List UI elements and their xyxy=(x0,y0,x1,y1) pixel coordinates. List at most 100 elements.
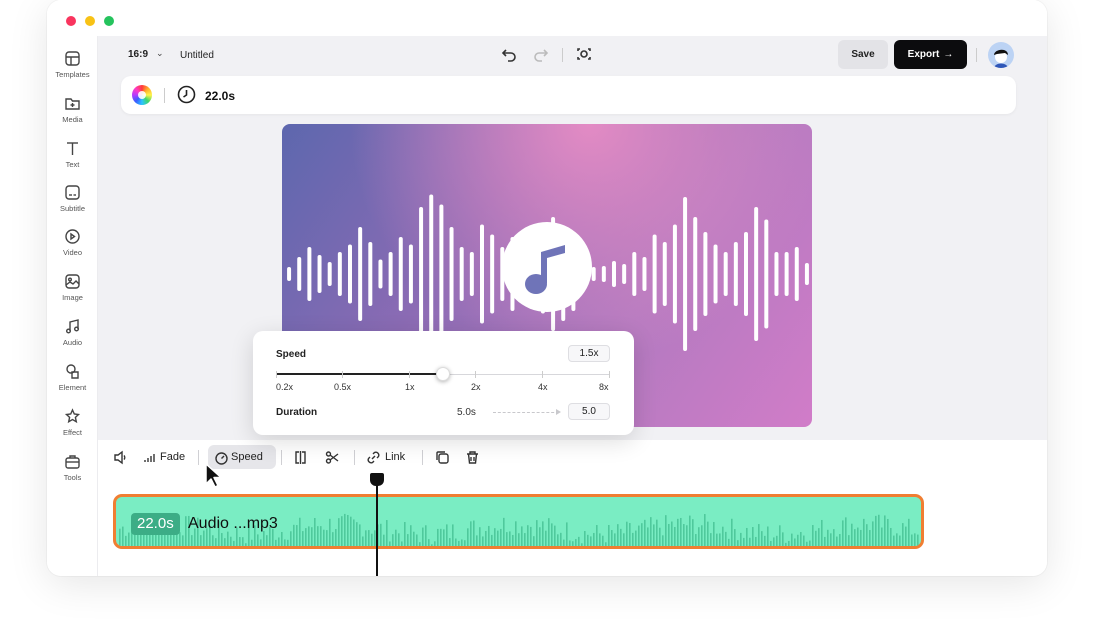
zoom-window-button[interactable] xyxy=(104,16,114,26)
sidebar-item-media[interactable]: Media xyxy=(47,95,98,124)
aspect-ratio-select[interactable]: 16:9 xyxy=(128,49,148,60)
trash-icon[interactable] xyxy=(465,450,480,465)
clip-wave-bar xyxy=(305,528,307,546)
clip-wave-bar xyxy=(488,525,490,546)
sidebar-item-text[interactable]: Text xyxy=(47,140,98,169)
sidebar-item-effect[interactable]: Effect xyxy=(47,408,98,437)
clip-wave-bar xyxy=(224,538,226,546)
tick-label: 4x xyxy=(538,382,548,392)
scissors-icon[interactable] xyxy=(325,450,340,465)
clip-wave-bar xyxy=(605,542,607,546)
clip-wave-bar xyxy=(380,523,382,546)
minimize-window-button[interactable] xyxy=(85,16,95,26)
clip-wave-bar xyxy=(356,522,358,546)
clip-wave-bar xyxy=(191,535,193,546)
clip-wave-bar xyxy=(557,534,559,546)
avatar[interactable] xyxy=(988,42,1014,68)
clip-wave-bar xyxy=(287,539,289,546)
clip-wave-bar xyxy=(350,516,352,546)
playhead-line[interactable] xyxy=(376,484,378,576)
divider xyxy=(354,450,355,465)
duplicate-icon[interactable] xyxy=(435,450,450,465)
sidebar-item-label: Audio xyxy=(62,338,83,347)
sidebar-item-tools[interactable]: Tools xyxy=(47,453,98,482)
duration-value-field[interactable]: 5.0 xyxy=(568,403,610,420)
clip-wave-bar xyxy=(659,527,661,546)
sidebar-item-subtitle[interactable]: Subtitle xyxy=(47,184,98,213)
clip-wave-bar xyxy=(527,525,529,546)
clip-wave-bar xyxy=(326,530,328,546)
top-toolbar: 16:9 ⌄ Untitled Save Export → xyxy=(98,36,1047,74)
clip-wave-bar xyxy=(902,523,904,546)
clip-wave-bar xyxy=(200,535,202,546)
fade-icon[interactable] xyxy=(143,450,158,465)
undo-icon[interactable] xyxy=(501,46,517,62)
clip-wave-bar xyxy=(881,527,883,546)
clip-wave-bar xyxy=(497,530,499,546)
clip-wave-bar xyxy=(698,527,700,546)
clip-wave-bar xyxy=(347,514,349,546)
slider-tick xyxy=(342,371,343,378)
speed-value-field[interactable]: 1.5x xyxy=(568,345,610,362)
export-button[interactable]: Export → xyxy=(894,40,967,69)
clip-wave-bar xyxy=(866,524,868,546)
link-icon[interactable] xyxy=(366,450,381,465)
clip-duration-badge: 22.0s xyxy=(131,513,180,535)
clip-wave-bar xyxy=(860,529,862,546)
arrow-right-icon xyxy=(493,409,561,415)
clock-icon[interactable] xyxy=(177,85,196,104)
clip-wave-bar xyxy=(455,538,457,546)
clip-wave-bar xyxy=(683,524,685,546)
clip-wave-bar xyxy=(608,525,610,546)
clip-wave-bar xyxy=(431,544,433,546)
clip-wave-bar xyxy=(416,534,418,546)
clip-wave-bar xyxy=(878,514,880,546)
properties-bar: 22.0s xyxy=(121,76,1016,114)
color-picker-button[interactable] xyxy=(132,85,152,105)
clip-wave-bar xyxy=(587,534,589,546)
save-button[interactable]: Save xyxy=(838,40,888,69)
split-icon[interactable] xyxy=(293,450,308,465)
clip-wave-bar xyxy=(590,536,592,546)
fade-button[interactable]: Fade xyxy=(160,451,185,463)
clip-wave-bar xyxy=(278,537,280,546)
clip-wave-bar xyxy=(422,527,424,546)
clip-wave-bar xyxy=(335,529,337,546)
chevron-down-icon[interactable]: ⌄ xyxy=(156,48,164,59)
clip-wave-bar xyxy=(596,525,598,546)
link-button[interactable]: Link xyxy=(385,451,405,463)
volume-icon[interactable] xyxy=(113,450,128,465)
close-window-button[interactable] xyxy=(66,16,76,26)
audio-clip[interactable]: 22.0s Audio ...mp3 xyxy=(113,494,924,549)
clip-wave-bar xyxy=(530,526,532,546)
duration-value[interactable]: 22.0s xyxy=(205,89,235,103)
tools-icon xyxy=(64,453,81,470)
divider xyxy=(198,450,199,465)
timeline-panel: Fade Speed Link 22.0s Audio ...mp3 xyxy=(98,440,1047,576)
tick-label: 0.5x xyxy=(334,382,352,392)
clip-wave-bar xyxy=(392,534,394,546)
speed-slider-knob[interactable] xyxy=(435,367,450,381)
clip-wave-bar xyxy=(479,527,481,546)
clip-wave-bar xyxy=(791,533,793,546)
screen-capture-icon[interactable] xyxy=(576,46,592,62)
redo-icon[interactable] xyxy=(533,46,549,62)
clip-wave-bar xyxy=(368,530,370,546)
sidebar-item-audio[interactable]: Audio xyxy=(47,318,98,347)
sidebar-item-label: Element xyxy=(58,383,87,392)
divider xyxy=(422,450,423,465)
clip-wave-bar xyxy=(128,532,130,546)
sidebar-item-image[interactable]: Image xyxy=(47,273,98,302)
sidebar-item-video[interactable]: Video xyxy=(47,228,98,257)
document-title[interactable]: Untitled xyxy=(180,50,214,61)
clip-wave-bar xyxy=(266,535,268,546)
clip-wave-bar xyxy=(755,536,757,546)
clip-wave-bar xyxy=(782,532,784,546)
sidebar-item-templates[interactable]: Templates xyxy=(47,50,98,79)
clip-wave-bar xyxy=(800,532,802,546)
clip-wave-bar xyxy=(770,540,772,546)
sidebar-item-element[interactable]: Element xyxy=(47,363,98,392)
clip-wave-bar xyxy=(677,518,679,546)
sidebar-item-label: Text xyxy=(65,160,80,169)
clip-wave-bar xyxy=(815,530,817,546)
